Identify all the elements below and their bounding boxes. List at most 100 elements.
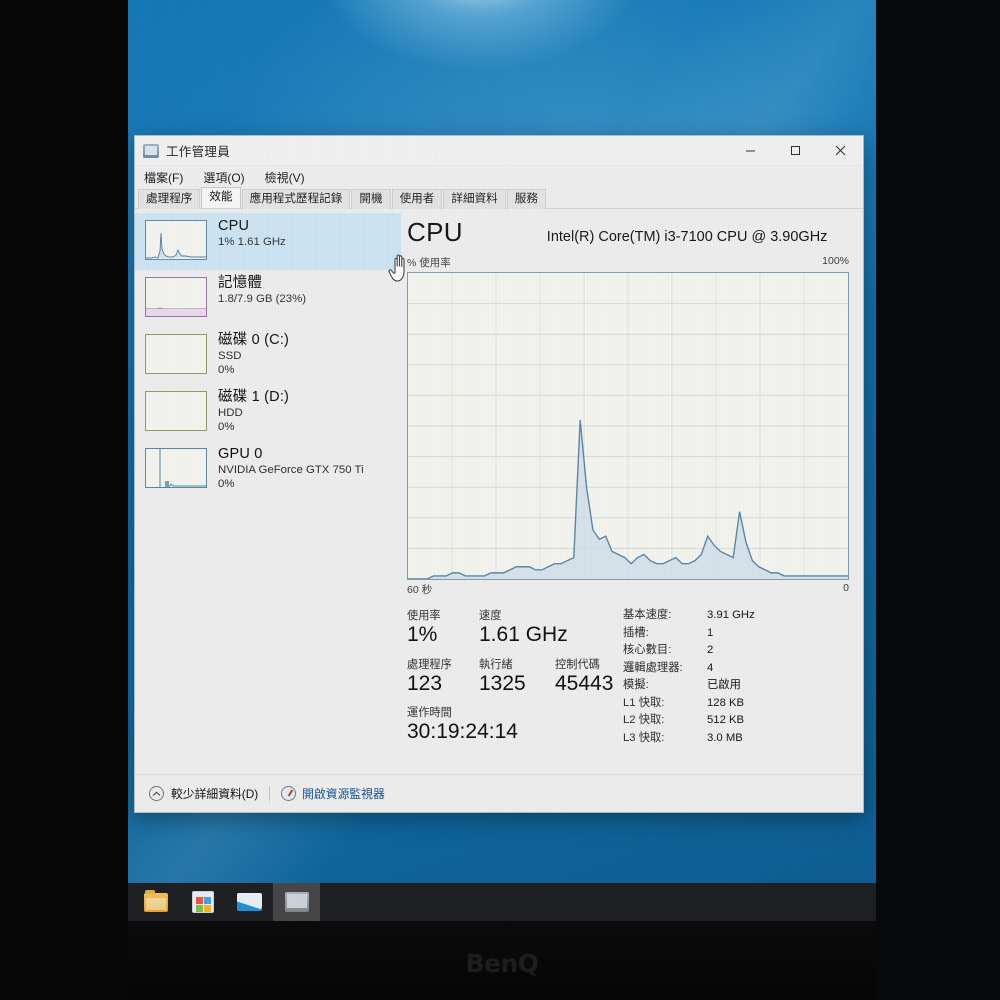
stat-value: 123 — [407, 671, 443, 695]
menu-item-view[interactable]: 檢視(V) — [262, 168, 308, 187]
spec-key: 基本速度: — [623, 609, 672, 621]
page-title: CPU — [407, 217, 463, 247]
tab-strip: 處理程序 效能 應用程式歷程記錄 開機 使用者 詳細資料 服務 — [135, 187, 863, 209]
graph-x-left: 60 秒 — [407, 584, 433, 596]
taskbar-file-explorer[interactable] — [132, 883, 179, 921]
window-controls — [728, 136, 863, 166]
open-resource-monitor-link[interactable]: 開啟資源監視器 — [302, 785, 385, 802]
graph-axis-top: % 使用率 100% — [407, 255, 849, 270]
sidebar-item-label: CPU — [218, 218, 250, 234]
sidebar-item-sub: 1.8/7.9 GB (23%) — [218, 292, 307, 305]
stat-label: 處理程序 — [407, 658, 452, 671]
task-manager-icon — [143, 143, 159, 158]
bezel-left — [0, 0, 128, 1000]
tab-services[interactable]: 服務 — [506, 189, 546, 209]
mail-icon — [237, 893, 262, 911]
sidebar-item-sub: HDD — [218, 406, 243, 419]
spec-key: L3 快取: — [623, 731, 665, 744]
spec-key: 核心數目: — [623, 644, 672, 656]
spec-key: 模擬: — [623, 679, 649, 691]
spec-sockets: 插槽: 1 — [623, 625, 755, 643]
stat-value: 45443 — [555, 671, 614, 695]
disk1-thumbnail — [145, 391, 207, 431]
cpu-usage-chart — [408, 273, 848, 579]
spec-value: 已啟用 — [707, 679, 741, 691]
taskbar-task-manager[interactable] — [273, 883, 320, 921]
spec-key: 邏輯處理器: — [623, 661, 683, 674]
footer-divider — [269, 786, 271, 801]
monitor-bezel-bottom: BenQ — [128, 921, 876, 1000]
tab-users[interactable]: 使用者 — [391, 189, 443, 209]
stat-row-1: 使用率 1% 速度 1.61 GHz — [407, 607, 619, 647]
stat-row-2: 處理程序 123 執行緒 1325 控制代碼 45443 — [407, 656, 619, 696]
tab-performance[interactable]: 效能 — [201, 187, 241, 208]
fewer-details-button[interactable]: 較少詳細資料(D) — [171, 785, 258, 802]
cpu-stats-left: 使用率 1% 速度 1.61 GHz 處理程序 123 執行緒 1325 控制代… — [407, 607, 619, 747]
spec-key: 插槽: — [623, 626, 649, 639]
stat-handles: 控制代碼 45443 — [555, 656, 613, 696]
folder-icon — [143, 889, 168, 912]
stat-threads: 執行緒 1325 — [479, 656, 555, 696]
spec-l3-cache: L3 快取: 3.0 MB — [623, 730, 755, 748]
cpu-thumbnail — [145, 220, 207, 260]
graph-x-right: 0 — [843, 582, 849, 594]
graph-axis-bottom: 60 秒 0 — [407, 582, 849, 597]
sidebar-item-sub2: 0% — [218, 477, 235, 490]
monitor-screen: 工作管理員 檔案(F) 選項(O) 檢視(V) 處理程序 效能 應用程式歷程記錄… — [128, 0, 876, 921]
sidebar-item-disk1[interactable]: 磁碟 1 (D:) HDD 0% — [135, 384, 401, 441]
sidebar-item-sub: 1% 1.61 GHz — [218, 235, 286, 248]
task-manager-window: 工作管理員 檔案(F) 選項(O) 檢視(V) 處理程序 效能 應用程式歷程記錄… — [134, 135, 864, 813]
taskbar-mail[interactable] — [226, 883, 273, 921]
memory-thumbnail — [145, 277, 207, 317]
tab-details[interactable]: 詳細資料 — [443, 189, 506, 209]
sidebar-item-label: GPU 0 — [218, 446, 263, 462]
spec-cores: 核心數目: 2 — [623, 642, 755, 660]
sidebar-item-sub2: 0% — [218, 363, 235, 376]
stat-utilization: 使用率 1% — [407, 607, 479, 647]
sidebar-item-label: 磁碟 1 (D:) — [218, 389, 290, 405]
resource-monitor-icon — [281, 786, 297, 801]
sidebar-item-sub2: 0% — [218, 420, 235, 433]
store-icon — [191, 891, 214, 913]
stat-label: 運作時間 — [407, 707, 452, 720]
spec-virtualization: 模擬: 已啟用 — [623, 677, 755, 695]
spec-key: L2 快取: — [623, 714, 665, 726]
tab-app-history[interactable]: 應用程式歷程記錄 — [241, 189, 351, 209]
cpu-header: CPU Intel(R) Core(TM) i3-7100 CPU @ 3.90… — [407, 217, 849, 248]
taskbar-microsoft-store[interactable] — [179, 883, 226, 921]
mouse-cursor-hand — [387, 252, 413, 289]
menu-bar: 檔案(F) 選項(O) 檢視(V) — [135, 166, 863, 188]
bezel-right — [876, 0, 1000, 1000]
minimize-button[interactable] — [728, 136, 773, 166]
gpu0-thumbnail — [145, 448, 207, 488]
graph-y-max: 100% — [822, 255, 849, 267]
sidebar-disk0-text: 磁碟 0 (C:) SSD 0% — [218, 332, 289, 378]
spec-value: 1 — [707, 626, 714, 639]
cpu-detail-panel: CPU Intel(R) Core(TM) i3-7100 CPU @ 3.90… — [401, 209, 863, 774]
sidebar-item-disk0[interactable]: 磁碟 0 (C:) SSD 0% — [135, 327, 401, 384]
performance-sidebar: CPU 1% 1.61 GHz 記憶體 1.8/7.9 GB (23%) 磁碟 … — [135, 209, 401, 774]
tab-startup[interactable]: 開機 — [351, 189, 391, 209]
chevron-up-icon — [149, 786, 164, 801]
close-button[interactable] — [818, 136, 863, 166]
spec-l1-cache: L1 快取: 128 KB — [623, 695, 755, 713]
sidebar-item-cpu[interactable]: CPU 1% 1.61 GHz — [135, 213, 401, 270]
spec-value: 3.91 GHz — [707, 609, 755, 621]
stat-speed: 速度 1.61 GHz — [479, 607, 568, 647]
sidebar-item-memory[interactable]: 記憶體 1.8/7.9 GB (23%) — [135, 270, 401, 327]
window-title: 工作管理員 — [166, 145, 231, 159]
task-manager-icon — [284, 892, 309, 912]
sidebar-item-label: 記憶體 — [218, 275, 263, 291]
maximize-button[interactable] — [773, 136, 818, 166]
stat-processes: 處理程序 123 — [407, 656, 479, 696]
menu-item-options[interactable]: 選項(O) — [200, 168, 247, 187]
window-footer: 較少詳細資料(D) 開啟資源監視器 — [135, 774, 863, 812]
cpu-usage-graph[interactable] — [407, 272, 849, 580]
sidebar-cpu-text: CPU 1% 1.61 GHz — [218, 218, 286, 250]
sidebar-item-sub: SSD — [218, 349, 242, 362]
tab-processes[interactable]: 處理程序 — [138, 189, 201, 209]
sidebar-memory-text: 記憶體 1.8/7.9 GB (23%) — [218, 275, 306, 307]
sidebar-item-gpu0[interactable]: GPU 0 NVIDIA GeForce GTX 750 Ti 0% — [135, 441, 401, 498]
menu-item-file[interactable]: 檔案(F) — [141, 168, 186, 187]
stat-value: 1325 — [479, 671, 526, 695]
